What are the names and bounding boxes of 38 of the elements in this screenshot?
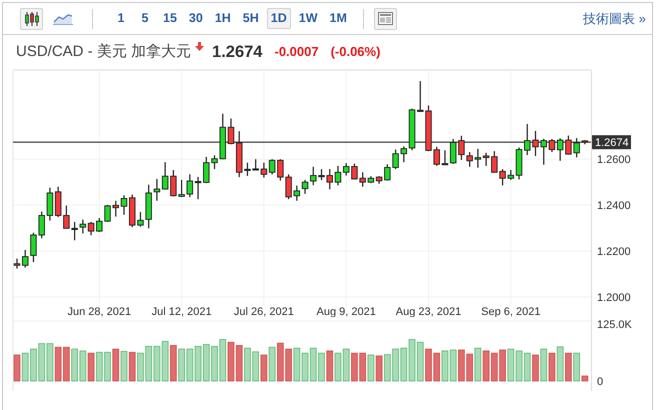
candlestick [326, 169, 333, 190]
interval-button[interactable]: 1W [294, 8, 322, 29]
interval-button[interactable]: 1D [266, 8, 291, 29]
interval-button[interactable]: 5H [238, 8, 263, 29]
current-price-tag: 1.2674 [592, 135, 631, 150]
candlestick-icon [24, 12, 40, 26]
ref-line-label: 1.2674 [595, 137, 629, 150]
interval-button[interactable]: 1 [111, 8, 131, 29]
candlestick [112, 200, 119, 217]
percent-change: (-0.06%) [330, 43, 380, 62]
axis-label: Aug 9, 2021 [316, 306, 376, 317]
axis-label: 0 [597, 376, 604, 388]
axis-label: Aug 23, 2021 [396, 306, 462, 317]
axis-label: 1.2000 [597, 292, 631, 304]
layout-button[interactable] [374, 8, 397, 30]
candlestick [220, 114, 226, 160]
last-price: 1.2674 [212, 42, 262, 63]
axis-label: 1.2200 [597, 246, 631, 258]
symbol-title: USD/CAD - 美元 加拿大元 [16, 42, 192, 62]
chart-type-button[interactable] [20, 8, 43, 30]
price-change: -0.0007 [274, 43, 319, 62]
interval-button[interactable]: 15 [159, 8, 181, 29]
newspaper-icon [378, 12, 393, 25]
axis-label: Jul 12, 2021 [152, 306, 212, 317]
interval-button[interactable]: 30 [184, 8, 207, 29]
axis-label: Sep 6, 2021 [481, 306, 540, 317]
axis-label: 1.2600 [597, 154, 631, 166]
interval-button[interactable]: 1H [210, 8, 235, 29]
interval-button[interactable]: 5 [135, 8, 155, 29]
candlestick [524, 124, 530, 156]
axis-label: Jul 26, 2021 [234, 306, 294, 317]
area-chart-icon [52, 12, 72, 24]
candlestick [582, 140, 588, 144]
axis-label: 1.2400 [597, 200, 631, 212]
axis-label: Jun 28, 2021 [68, 306, 132, 317]
technical-chart-link[interactable]: 技術圖表 » [583, 8, 646, 28]
interval-button[interactable]: 1M [326, 8, 351, 29]
axis-label: 125.0K [597, 319, 632, 331]
